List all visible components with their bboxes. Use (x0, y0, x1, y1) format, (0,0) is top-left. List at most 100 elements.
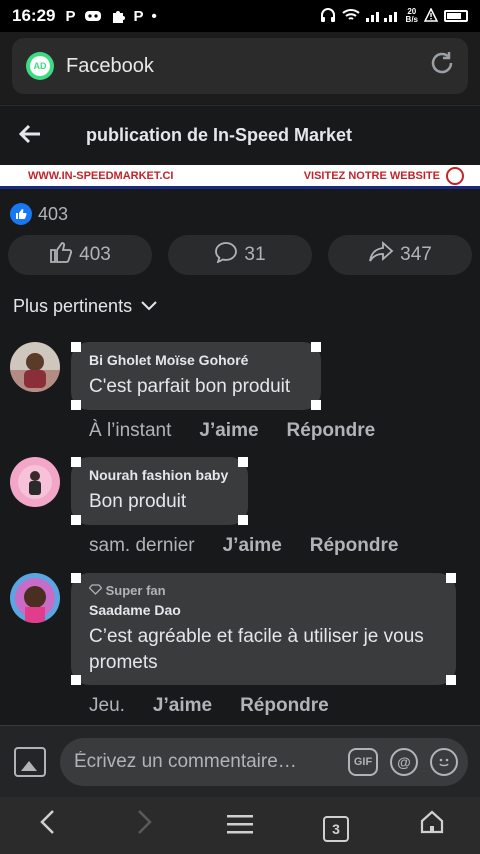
bubble-corner-decoration (71, 515, 81, 525)
menu-icon[interactable] (216, 810, 264, 842)
share-count: 347 (400, 244, 432, 265)
tab-count: 3 (323, 816, 349, 842)
nav-forward-icon[interactable] (120, 808, 168, 843)
game-notification-icon (84, 9, 102, 23)
network-speed: 20 B/s (406, 8, 418, 24)
diamond-icon (88, 584, 103, 595)
puzzle-notification-icon (110, 8, 126, 24)
bubble-corner-decoration (71, 457, 81, 467)
comment-author[interactable]: Bi Gholet Moïse Gohoré (89, 352, 303, 368)
bubble-corner-decoration (311, 400, 321, 410)
bubble-corner-decoration (446, 573, 456, 583)
comment-like-link[interactable]: J’aime (199, 420, 258, 442)
address-bar[interactable]: AD Facebook (12, 38, 468, 94)
comment-input-box[interactable]: GIF @ (60, 737, 468, 786)
comment-bubble[interactable]: Nourah fashion baby Bon produit (71, 457, 248, 525)
reload-icon[interactable] (428, 49, 456, 84)
comment-composer: GIF @ (0, 725, 480, 797)
avatar[interactable] (10, 342, 60, 392)
comment-reply-link[interactable]: Répondre (310, 535, 399, 557)
home-icon[interactable] (408, 809, 456, 842)
nav-back-icon[interactable] (24, 808, 72, 843)
wifi-icon (341, 8, 360, 25)
comment-input[interactable] (74, 750, 336, 773)
tabs-button[interactable]: 3 (312, 809, 360, 842)
reaction-summary[interactable]: 403 (10, 203, 68, 225)
comment-icon (214, 241, 238, 269)
comment-meta: sam. dernier J’aime Répondre (89, 535, 398, 557)
warning-icon (423, 6, 439, 25)
parking-notification-icon: P (65, 7, 76, 25)
comment-count: 31 (244, 244, 266, 265)
comment-bubble[interactable]: Bi Gholet Moïse Gohoré C'est parfait bon… (71, 342, 321, 410)
like-count: 403 (79, 244, 111, 265)
comment-like-link[interactable]: J’aime (153, 695, 212, 717)
browser-nav-bar: 3 (0, 797, 480, 854)
comment-item: Nourah fashion baby Bon produit sam. der… (10, 457, 470, 567)
comment-item: Super fan Saadame Dao C’est agréable et … (10, 573, 470, 723)
banner-website-text: WWW.IN-SPEEDMARKET.CI (28, 169, 174, 182)
banner-visit-text: VISITEZ NOTRE WEBSITE (303, 166, 464, 185)
thumbs-up-icon (49, 241, 73, 269)
page-title: publication de In-Speed Market (86, 125, 353, 145)
globe-icon (446, 166, 464, 185)
bubble-corner-decoration (71, 573, 81, 583)
comment-text: C'est parfait bon produit (89, 376, 291, 397)
comment-author[interactable]: Nourah fashion baby (89, 467, 230, 483)
more-notifications-dot: • (151, 7, 157, 25)
comment-item: Bi Gholet Moïse Gohoré C'est parfait bon… (10, 342, 470, 452)
emoji-icon[interactable] (430, 747, 458, 776)
bubble-corner-decoration (71, 400, 81, 410)
comment-time: sam. dernier (89, 535, 195, 556)
comment-reply-link[interactable]: Répondre (287, 420, 376, 442)
mention-icon[interactable]: @ (390, 747, 418, 776)
comment-text: Bon produit (89, 491, 187, 512)
post-image-banner[interactable]: WWW.IN-SPEEDMARKET.CI VISITEZ NOTRE WEBS… (0, 165, 480, 189)
bubble-corner-decoration (71, 675, 81, 685)
comment-text: C’est agréable et facile à utiliser je v… (89, 626, 424, 673)
adblock-icon[interactable]: AD (26, 52, 54, 80)
bubble-corner-decoration (238, 457, 248, 467)
comment-button[interactable]: 31 (168, 235, 312, 275)
page-header: publication de In-Speed Market (0, 105, 480, 165)
parking-notification-icon-2: P (133, 7, 144, 25)
bubble-corner-decoration (446, 675, 456, 685)
comment-reply-link[interactable]: Répondre (240, 695, 329, 717)
comment-sort-dropdown[interactable]: Plus pertinents (13, 296, 158, 317)
headphones-icon (320, 7, 336, 26)
sort-label: Plus pertinents (13, 296, 133, 316)
reaction-count: 403 (38, 203, 69, 224)
back-arrow-icon[interactable] (18, 120, 58, 151)
like-button[interactable]: 403 (8, 235, 152, 275)
status-time: 16:29 (12, 6, 56, 25)
comment-time: À l’instant (89, 420, 172, 441)
network-speed-unit: B/s (405, 15, 418, 24)
post-actions: 403 31 347 (8, 235, 472, 275)
bubble-corner-decoration (238, 515, 248, 525)
comment-meta: Jeu. J’aime Répondre (89, 695, 329, 717)
bubble-corner-decoration (71, 342, 81, 352)
browser-toolbar: AD Facebook (0, 32, 480, 104)
comment-bubble[interactable]: Super fan Saadame Dao C’est agréable et … (71, 573, 456, 685)
bubble-corner-decoration (311, 342, 321, 352)
signal-icon (365, 8, 400, 25)
avatar[interactable] (10, 457, 60, 507)
super-fan-label: Super fan (105, 583, 166, 598)
photo-attach-icon[interactable] (14, 746, 46, 777)
battery-icon (444, 10, 468, 22)
status-bar: 16:29 P P • 20 B/s (0, 0, 480, 32)
url-text[interactable]: Facebook (66, 55, 428, 78)
comment-meta: À l’instant J’aime Répondre (89, 420, 375, 442)
chevron-down-icon (140, 296, 158, 317)
like-reaction-icon (10, 203, 32, 225)
comment-like-link[interactable]: J’aime (223, 535, 282, 557)
adblock-label: AD (30, 56, 50, 76)
comment-author[interactable]: Saadame Dao (89, 602, 438, 618)
avatar[interactable] (10, 573, 60, 623)
banner-visit-label: VISITEZ NOTRE WEBSITE (303, 169, 440, 182)
gif-icon[interactable]: GIF (348, 747, 378, 776)
share-arrow-icon (368, 240, 394, 269)
share-button[interactable]: 347 (328, 235, 472, 275)
status-right-icons: 20 B/s (320, 6, 468, 26)
super-fan-badge: Super fan (88, 583, 438, 598)
